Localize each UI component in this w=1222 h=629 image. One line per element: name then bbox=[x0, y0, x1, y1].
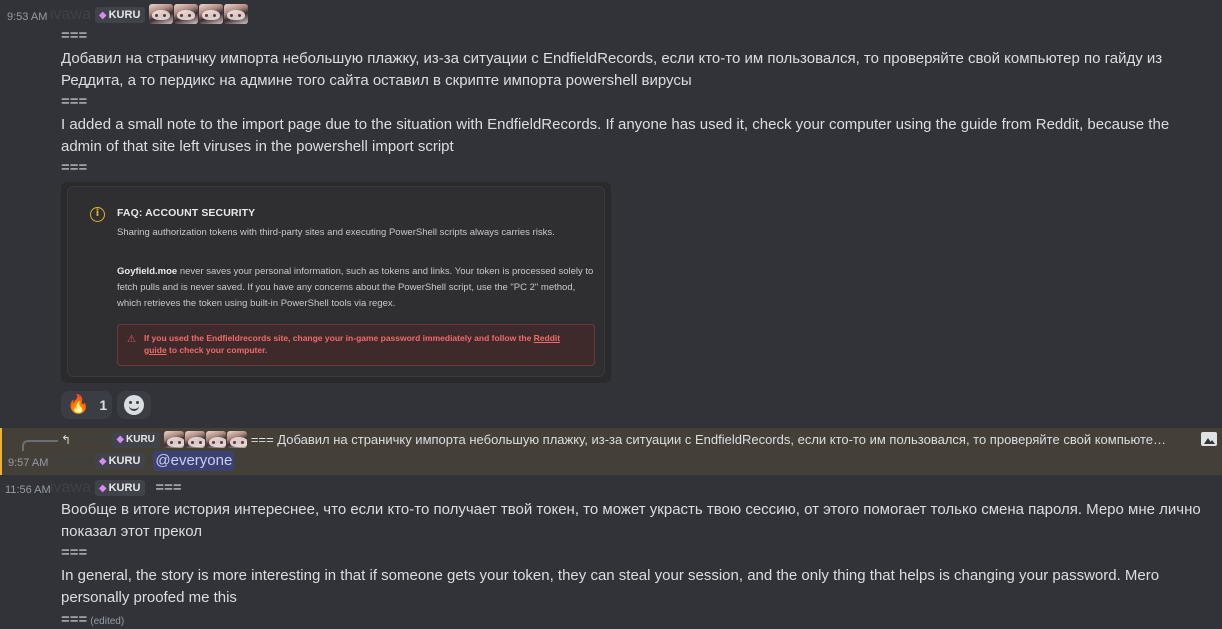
site-name: Goyfield.moe bbox=[117, 266, 178, 277]
warning-text-post: to check your computer. bbox=[166, 345, 268, 355]
emote-icon[interactable] bbox=[174, 4, 199, 24]
separator-text: === bbox=[61, 159, 88, 176]
faq-title: FAQ: ACCOUNT SECURITY bbox=[117, 207, 256, 219]
reply-arrow-icon: ↰ bbox=[61, 433, 72, 447]
separator-text: === bbox=[61, 611, 88, 628]
reaction-count: 1 bbox=[99, 397, 108, 413]
separator-text: === bbox=[61, 27, 88, 44]
message-timestamp[interactable]: 9:53 AM bbox=[7, 10, 47, 24]
message-text-ru: Вообще в итоге история интереснее, что е… bbox=[61, 501, 1201, 540]
message-header: ivawa ◆ KURU bbox=[50, 4, 249, 26]
emote-icon[interactable] bbox=[149, 4, 174, 24]
gem-icon: ◆ bbox=[98, 10, 107, 21]
faq-paragraph-risks: Sharing authorization tokens with third-… bbox=[117, 227, 555, 238]
message-header: ivawa ◆ KURU @everyone bbox=[50, 450, 235, 472]
message-text-ru: Добавил на страничку импорта небольшую п… bbox=[61, 50, 1163, 89]
image-attachment[interactable]: i FAQ: ACCOUNT SECURITY Sharing authoriz… bbox=[61, 182, 611, 383]
message-header: ivawa ◆ KURU === bbox=[50, 477, 182, 499]
info-icon: i bbox=[90, 207, 105, 222]
add-reaction-icon bbox=[124, 395, 144, 415]
message-timestamp[interactable]: 9:57 AM bbox=[8, 456, 48, 470]
separator-text: === bbox=[155, 479, 182, 496]
emote-icon bbox=[205, 431, 226, 448]
reply-guild-tag-label: KURU bbox=[126, 434, 155, 445]
faq-paragraph-privacy: Goyfield.moe never saves your personal i… bbox=[117, 264, 597, 312]
emote-icon[interactable] bbox=[224, 4, 249, 24]
reply-guild-tag[interactable]: ◆ KURU bbox=[112, 432, 160, 448]
message-timestamp[interactable]: 11:56 AM bbox=[5, 483, 51, 497]
gem-icon: ◆ bbox=[98, 456, 107, 467]
emote-group bbox=[149, 4, 249, 26]
gem-icon: ◆ bbox=[116, 434, 125, 445]
warning-text: If you used the Endfieldrecords site, ch… bbox=[144, 332, 584, 356]
reply-text: === Добавил на страничку импорта небольш… bbox=[250, 432, 1167, 447]
reply-author-name[interactable]: ivawa bbox=[75, 430, 108, 450]
guild-tag-label: KURU bbox=[108, 9, 141, 21]
guild-tag[interactable]: ◆ KURU bbox=[94, 480, 146, 496]
reply-emote-group bbox=[163, 431, 247, 449]
emote-icon[interactable] bbox=[199, 4, 224, 24]
message-text-en: I added a small note to the import page … bbox=[61, 116, 1170, 155]
mention-highlight-bar bbox=[0, 428, 2, 475]
separator-text: === bbox=[61, 544, 88, 561]
image-icon[interactable] bbox=[1201, 432, 1217, 446]
everyone-mention[interactable]: @everyone bbox=[153, 451, 235, 471]
warning-text-pre: If you used the Endfieldrecords site, ch… bbox=[144, 333, 534, 343]
reply-preview[interactable]: ↰ ivawa ◆ KURU === Добавил на страничку и… bbox=[61, 430, 1191, 450]
guild-tag-label: KURU bbox=[108, 482, 141, 494]
emote-icon bbox=[163, 431, 184, 448]
faq-panel: i FAQ: ACCOUNT SECURITY Sharing authoriz… bbox=[67, 186, 605, 377]
gem-icon: ◆ bbox=[98, 483, 107, 494]
fire-emoji-icon: 🔥 bbox=[67, 394, 90, 415]
message-text-en: In general, the story is more interestin… bbox=[61, 567, 1160, 606]
guild-tag[interactable]: ◆ KURU bbox=[94, 453, 146, 469]
guild-tag[interactable]: ◆ KURU bbox=[94, 7, 146, 23]
reaction-fire[interactable]: 🔥 1 bbox=[61, 391, 112, 419]
warning-triangle-icon: ⚠ bbox=[127, 334, 136, 345]
add-reaction-button[interactable] bbox=[117, 391, 151, 419]
warning-box: ⚠ If you used the Endfieldrecords site, … bbox=[117, 324, 595, 366]
author-name[interactable]: ivawa bbox=[50, 451, 91, 471]
edited-label: (edited) bbox=[90, 616, 125, 627]
author-name[interactable]: ivawa bbox=[50, 478, 91, 498]
faq-paragraph-privacy-text: never saves your personal information, s… bbox=[117, 266, 594, 309]
author-name[interactable]: ivawa bbox=[50, 5, 91, 25]
emote-icon bbox=[184, 431, 205, 448]
separator-text: === bbox=[61, 93, 88, 110]
message-last-line: === (edited) bbox=[61, 609, 124, 629]
emote-icon bbox=[226, 431, 247, 448]
guild-tag-label: KURU bbox=[108, 455, 141, 467]
